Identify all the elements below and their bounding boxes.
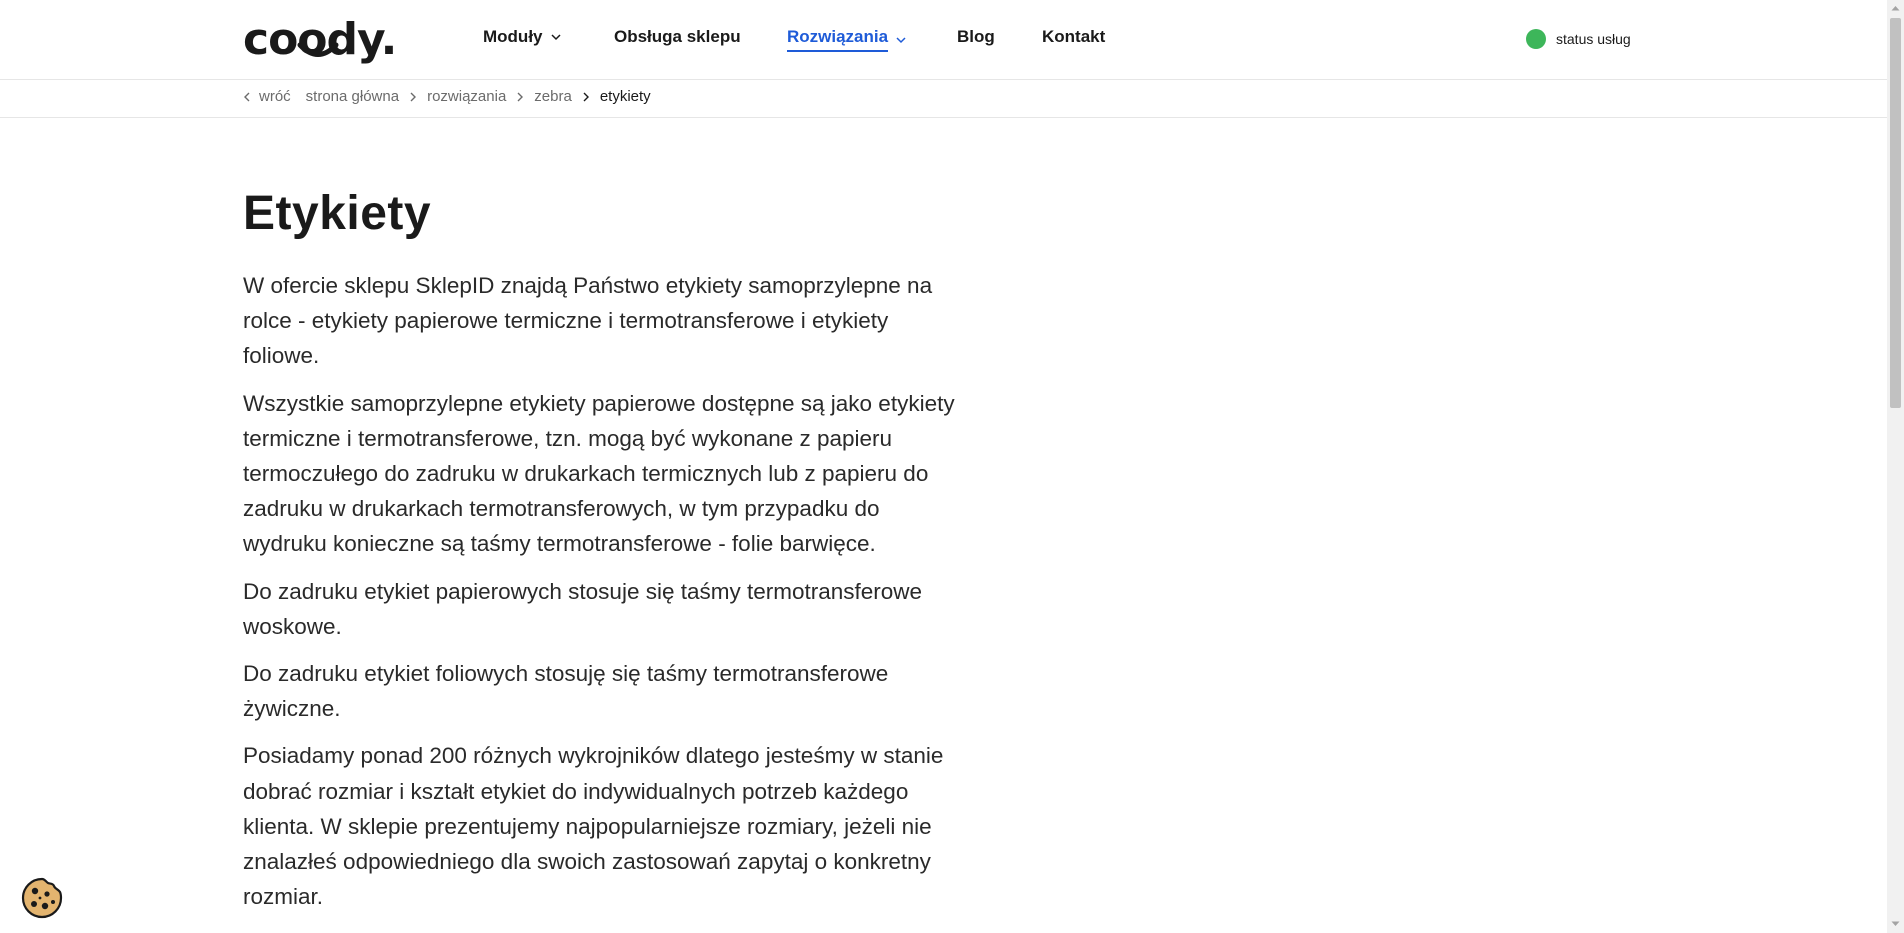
status-label: status usług — [1556, 31, 1631, 47]
breadcrumb-item-home[interactable]: strona główna — [306, 88, 399, 105]
paragraph: Do zadruku etykiet foliowych stosuję się… — [243, 661, 889, 722]
back-link[interactable]: wróć — [243, 88, 291, 105]
paragraph: Do zadruku etykiet papierowych stosuje s… — [243, 578, 923, 639]
nav-item-obsluga-sklepu[interactable]: Obsługa sklepu — [614, 27, 741, 47]
nav-item-blog[interactable]: Blog — [957, 27, 995, 47]
breadcrumb-current: etykiety — [599, 88, 651, 105]
paragraph: W ofercie sklepu SklepID znajdą Państwo … — [243, 273, 933, 369]
scroll-thumb[interactable] — [1890, 18, 1901, 408]
chevron-right-icon — [517, 92, 524, 101]
status-indicator-icon — [1526, 29, 1546, 49]
nav-item-moduly[interactable]: Moduły — [483, 27, 561, 47]
paragraph: Wszystkie samoprzylepne etykiety papiero… — [243, 390, 955, 557]
nav-label: Kontakt — [1042, 27, 1106, 46]
chevron-right-icon — [583, 92, 589, 101]
scroll-down-arrow-icon[interactable] — [1891, 921, 1900, 927]
paragraph: Posiadamy ponad 200 różnych wykrojników … — [243, 743, 944, 910]
breadcrumb-item-rozwiazania[interactable]: rozwiązania — [427, 88, 506, 105]
cookie-icon[interactable] — [20, 876, 64, 920]
scroll-up-arrow-icon[interactable] — [1891, 5, 1900, 11]
chevron-right-icon — [410, 92, 417, 101]
nav-label: Rozwiązania — [787, 27, 889, 52]
chevron-down-icon — [550, 34, 561, 41]
status-link[interactable]: status usług — [1526, 29, 1631, 49]
nav-item-rozwiazania[interactable]: Rozwiązania — [787, 27, 906, 52]
nav-label: Moduły — [483, 27, 543, 46]
chevron-left-icon — [244, 92, 250, 101]
back-label: wróć — [259, 88, 291, 105]
breadcrumb: wróć strona główna rozwiązania zebra ety… — [243, 88, 651, 105]
logo-smile-icon — [297, 42, 339, 57]
nav-label: Blog — [957, 27, 995, 46]
breadcrumb-bar: wróć strona główna rozwiązania zebra ety… — [0, 80, 1887, 118]
main-content: Etykiety W ofercie sklepu SklepID znajdą… — [243, 180, 963, 914]
page-scrollbar[interactable] — [1887, 0, 1904, 933]
nav-label: Obsługa sklepu — [614, 27, 741, 46]
nav-item-kontakt[interactable]: Kontakt — [1042, 27, 1105, 47]
site-header: coody. Moduły Obsługa sklepu Rozwiązania… — [0, 0, 1887, 80]
chevron-down-icon — [896, 36, 906, 43]
breadcrumb-item-zebra[interactable]: zebra — [534, 88, 572, 105]
page-title: Etykiety — [243, 187, 432, 240]
